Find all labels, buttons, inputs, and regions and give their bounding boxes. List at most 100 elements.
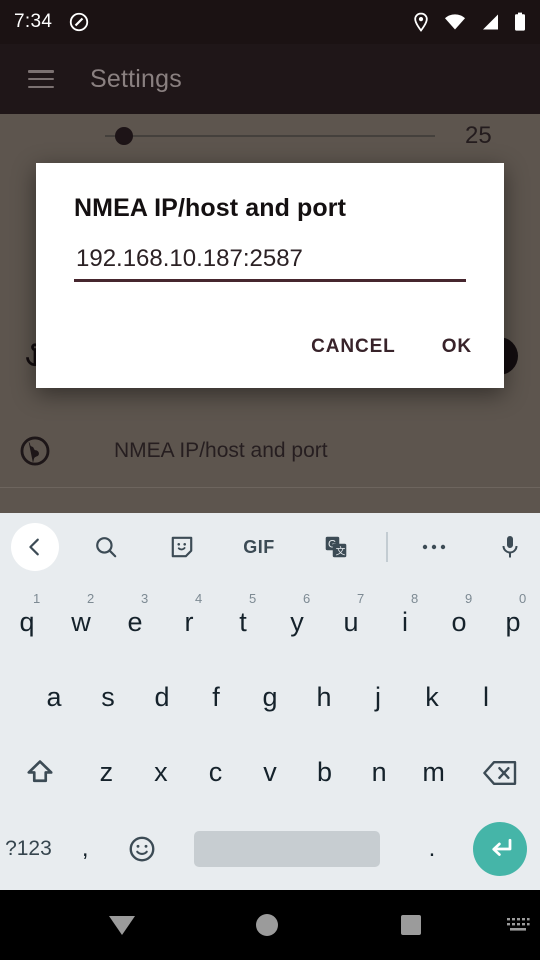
search-icon[interactable] <box>82 523 130 571</box>
key-c[interactable]: c <box>188 735 243 810</box>
wifi-icon <box>444 13 466 31</box>
status-time: 7:34 <box>14 11 53 32</box>
location-icon <box>412 12 430 32</box>
cancel-button[interactable]: CANCEL <box>297 326 410 368</box>
dnd-icon <box>68 11 90 33</box>
microphone-icon[interactable] <box>486 523 534 571</box>
key-label: i <box>402 607 408 637</box>
list-divider <box>0 487 540 488</box>
gif-icon[interactable]: GIF <box>235 523 283 571</box>
comma-key[interactable]: , <box>57 810 114 888</box>
key-label: a <box>46 682 62 712</box>
gif-label: GIF <box>243 536 275 557</box>
key-hint: 0 <box>519 591 527 606</box>
key-label: b <box>317 757 333 787</box>
key-label: g <box>262 682 278 712</box>
key-label: m <box>422 757 445 787</box>
key-h[interactable]: h <box>297 660 351 735</box>
back-chevron-icon[interactable] <box>11 523 59 571</box>
key-g[interactable]: g <box>243 660 297 735</box>
hamburger-menu-icon[interactable] <box>28 70 54 88</box>
key-label: j <box>375 682 381 712</box>
overflow-menu-icon[interactable] <box>410 523 458 571</box>
shift-icon[interactable] <box>0 735 79 810</box>
key-j[interactable]: j <box>351 660 405 735</box>
period-key[interactable]: . <box>404 810 461 888</box>
keyboard-row-1: 1 q 2 w 3 e 4 r 5 t 6 y 7 u 8 i 9 o 0 p <box>0 585 540 660</box>
key-n[interactable]: n <box>352 735 407 810</box>
key-label: t <box>239 607 247 637</box>
key-e[interactable]: 3 e <box>108 585 162 660</box>
key-a[interactable]: a <box>27 660 81 735</box>
status-right-icons <box>412 12 526 32</box>
key-label: d <box>154 682 170 712</box>
switch-keyboard-icon[interactable] <box>496 890 540 960</box>
key-label: y <box>290 607 304 637</box>
key-b[interactable]: b <box>297 735 352 810</box>
key-r[interactable]: 4 r <box>162 585 216 660</box>
dialog-input-wrap <box>74 245 466 282</box>
emoji-icon[interactable] <box>114 810 171 888</box>
key-label: n <box>371 757 387 787</box>
comma-label: , <box>81 835 89 862</box>
ok-button[interactable]: OK <box>428 326 486 368</box>
key-label: w <box>71 607 91 637</box>
key-p[interactable]: 0 p <box>486 585 540 660</box>
enter-icon <box>473 822 528 876</box>
navigation-bar <box>0 890 540 960</box>
key-label: s <box>101 682 115 712</box>
key-o[interactable]: 9 o <box>432 585 486 660</box>
slider-track-wrap[interactable] <box>105 126 435 146</box>
hide-keyboard-icon[interactable] <box>100 890 145 960</box>
key-z[interactable]: z <box>79 735 134 810</box>
key-u[interactable]: 7 u <box>324 585 378 660</box>
key-label: p <box>505 607 521 637</box>
key-hint: 2 <box>87 591 95 606</box>
key-l[interactable]: l <box>459 660 513 735</box>
svg-text:文: 文 <box>336 545 346 558</box>
app-bar: Settings <box>0 44 540 114</box>
key-label: z <box>99 757 114 787</box>
key-x[interactable]: x <box>134 735 189 810</box>
nmea-ip-input[interactable] <box>74 245 466 279</box>
input-underline <box>74 279 466 282</box>
slider-track <box>105 135 435 137</box>
slider-preference-row[interactable]: 25 <box>0 114 540 158</box>
key-hint: 6 <box>303 591 311 606</box>
key-i[interactable]: 8 i <box>378 585 432 660</box>
key-hint: 7 <box>357 591 365 606</box>
enter-key[interactable] <box>460 810 540 888</box>
key-y[interactable]: 6 y <box>270 585 324 660</box>
key-s[interactable]: s <box>81 660 135 735</box>
key-hint: 3 <box>141 591 149 606</box>
phone-screen: 7:34 Settings 25 NMEA IP/host and port N… <box>0 0 540 960</box>
keyboard-row-3: z x c v b n m <box>0 735 540 810</box>
symbols-key[interactable]: ?123 <box>0 810 57 888</box>
key-d[interactable]: d <box>135 660 189 735</box>
home-icon[interactable] <box>245 890 290 960</box>
symbols-label: ?123 <box>5 837 52 860</box>
key-label: l <box>483 682 489 712</box>
key-m[interactable]: m <box>406 735 461 810</box>
spacebar-surface <box>194 831 381 867</box>
status-bar: 7:34 <box>0 0 540 44</box>
slider-thumb[interactable] <box>115 127 133 145</box>
backspace-icon[interactable] <box>461 735 540 810</box>
key-v[interactable]: v <box>243 735 298 810</box>
key-q[interactable]: 1 q <box>0 585 54 660</box>
signal-icon <box>480 13 500 31</box>
translate-icon[interactable]: G 文 <box>312 523 360 571</box>
key-label: v <box>263 757 277 787</box>
key-w[interactable]: 2 w <box>54 585 108 660</box>
key-k[interactable]: k <box>405 660 459 735</box>
recents-icon[interactable] <box>389 890 434 960</box>
sticker-icon[interactable] <box>158 523 206 571</box>
keyboard-row-2: a s d f g h j k l <box>0 660 540 735</box>
period-label: . <box>428 835 436 862</box>
key-f[interactable]: f <box>189 660 243 735</box>
preference-row-nmea-ip[interactable]: NMEA IP/host and port <box>0 414 540 488</box>
key-t[interactable]: 5 t <box>216 585 270 660</box>
spacebar-key[interactable] <box>171 810 404 888</box>
status-left-icons <box>68 11 90 33</box>
key-label: x <box>154 757 168 787</box>
